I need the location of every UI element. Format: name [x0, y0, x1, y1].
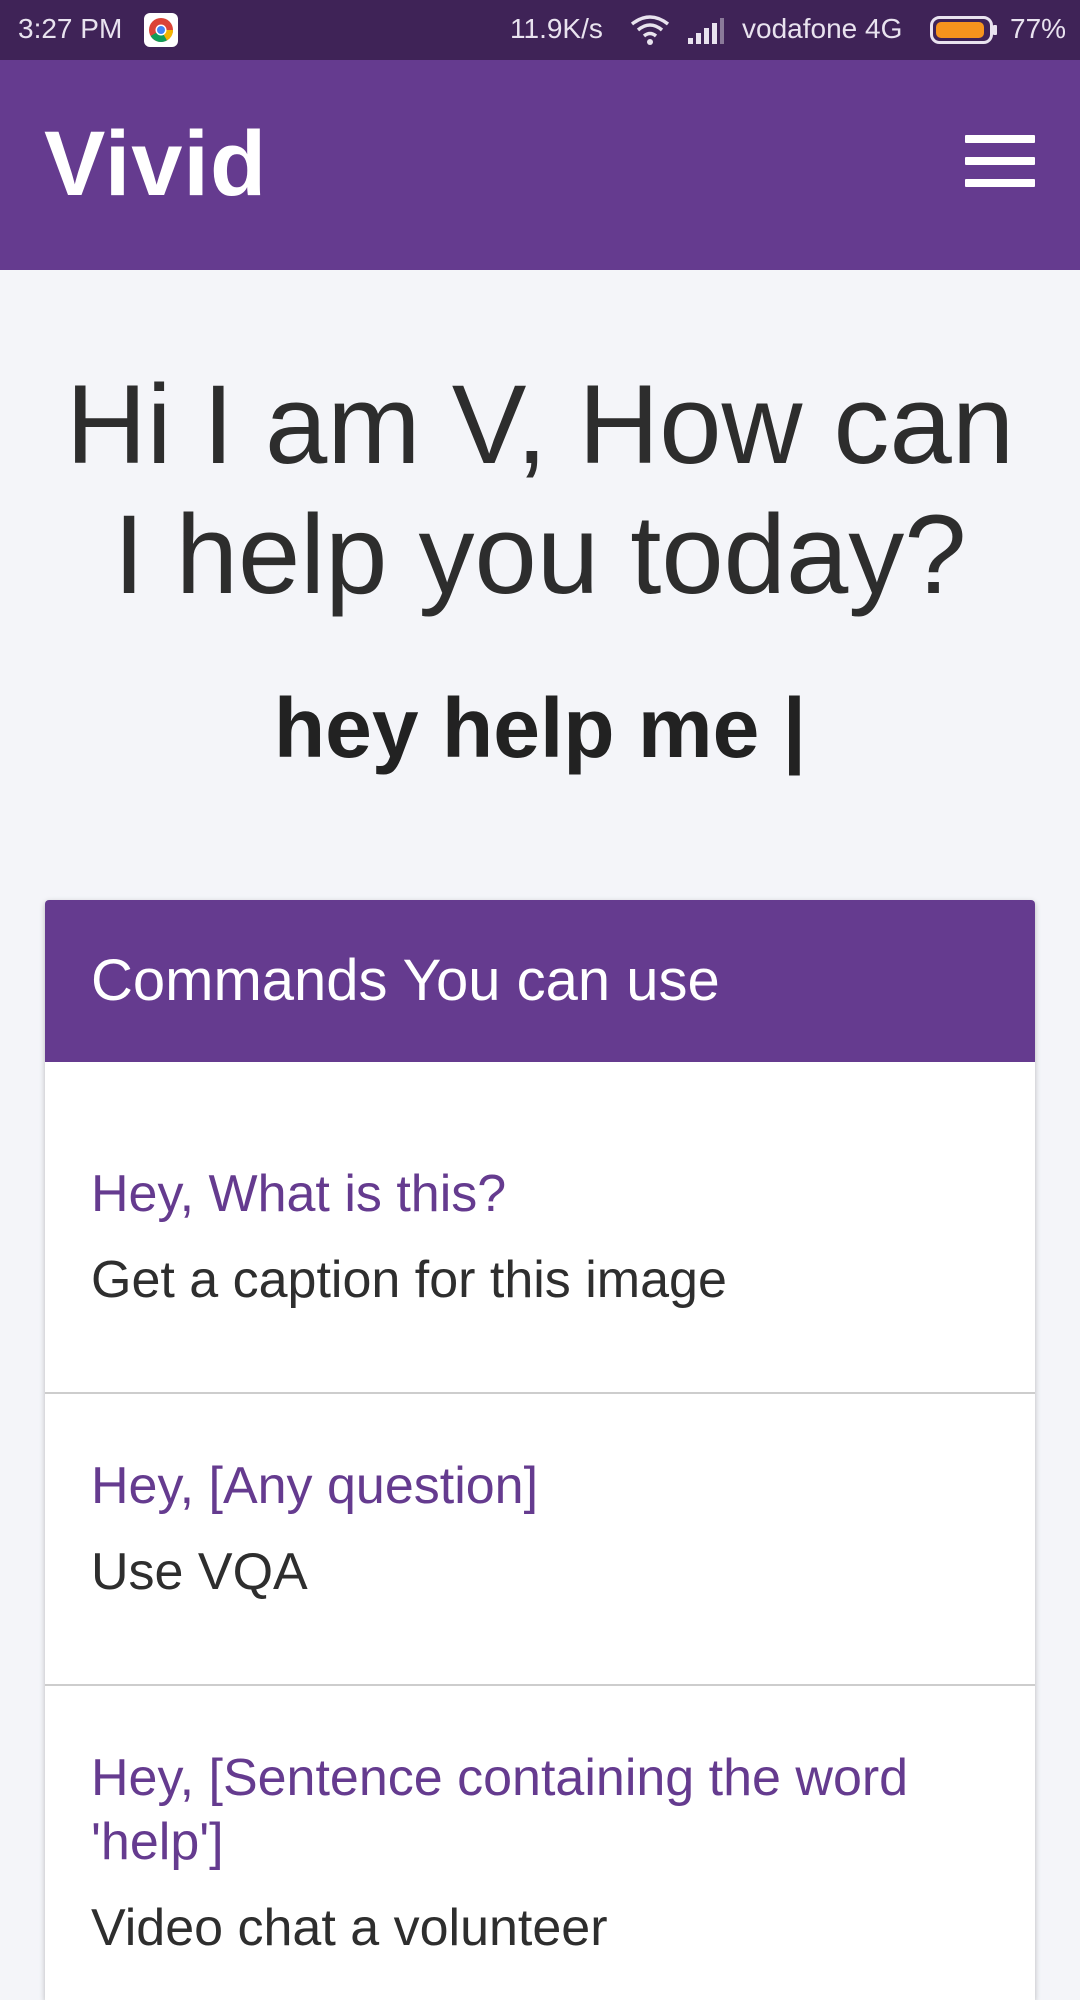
status-bar: 3:27 PM 11.9K/s vodafone 4G 77%	[0, 0, 1080, 60]
commands-header: Commands You can use	[45, 900, 1035, 1062]
app-title[interactable]: Vivid	[44, 112, 267, 217]
user-query-text: hey help me |	[273, 681, 807, 775]
greeting-heading: Hi I am V, How can I help you today?	[65, 362, 1015, 617]
command-item: Hey, [Any question] Use VQA	[45, 1394, 1035, 1686]
command-description: Video chat a volunteer	[91, 1899, 608, 1957]
command-item: Hey, What is this? Get a caption for thi…	[45, 1062, 1035, 1394]
command-phrase: Hey, [Any question]	[91, 1457, 539, 1515]
hamburger-menu-icon[interactable]	[965, 135, 1035, 195]
carrier-label: vodafone 4G	[742, 13, 903, 44]
command-phrase: Hey, [Sentence containing the word 'help…	[91, 1749, 909, 1871]
chrome-icon	[144, 13, 178, 47]
app-bar: Vivid	[0, 60, 1080, 270]
commands-card: Commands You can use Hey, What is this? …	[45, 900, 1035, 2000]
status-time: 3:27 PM	[18, 13, 123, 44]
command-description: Get a caption for this image	[91, 1251, 727, 1309]
wifi-icon	[630, 15, 670, 45]
battery-percent: 77%	[1010, 13, 1067, 44]
battery-icon	[930, 16, 997, 44]
network-speed: 11.9K/s	[510, 13, 603, 44]
command-phrase: Hey, What is this?	[91, 1165, 507, 1223]
command-description: Use VQA	[91, 1543, 308, 1601]
signal-icon	[688, 18, 724, 44]
command-item: Hey, [Sentence containing the word 'help…	[45, 1686, 1035, 2000]
